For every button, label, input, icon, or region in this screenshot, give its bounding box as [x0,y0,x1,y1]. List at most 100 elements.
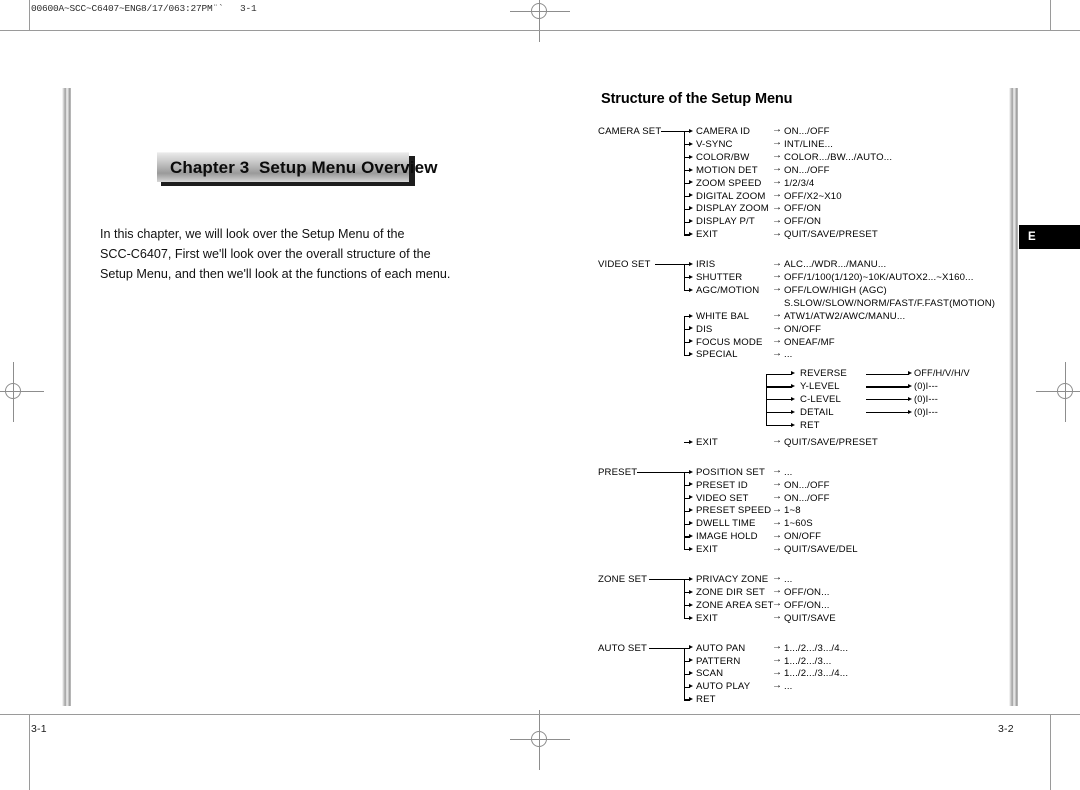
menu-item-label: CAMERA ID [696,126,751,137]
menu-group-auto-set: AUTO SET [598,642,647,654]
menu-item-value: ATW1/ATW2/AWC/MANU... [784,310,906,322]
submenu-item-value: (0)I--- [914,381,939,392]
chapter-banner-shadow-bottom [161,182,413,186]
menu-item-label: AUTO PAN [696,642,746,654]
tree-arrowhead [689,274,693,279]
menu-group-video-set: VIDEO SET [598,259,651,271]
tree-arrowhead [689,261,693,266]
menu-item-value: ONEAF/MF [784,336,835,348]
menu-item-label: POSITION SET [696,466,765,478]
tree-connector [766,386,792,388]
tree-arrowhead [689,684,693,689]
value-arrow-icon: → [772,176,783,187]
submenu-item-label: REVERSE [800,368,847,380]
tree-arrowhead [689,521,693,526]
value-arrow-icon: → [772,572,783,584]
menu-item-value: 1~8 [784,505,801,517]
menu-item-label: PRIVACY ZONE [696,574,769,585]
menu-item-value: ON.../OFF [784,126,830,137]
tree-arrowhead [689,154,693,159]
tree-arrowhead [689,602,693,607]
menu-item-label: EXIT [696,436,718,448]
tree-arrowhead [689,287,693,292]
tree-connector [649,579,686,581]
tree-arrowhead [791,384,795,388]
chapter-intro-paragraph: In this chapter, we will look over the S… [100,224,520,284]
menu-item-label: MOTION DET [696,164,758,176]
tree-arrowhead [689,534,693,538]
section-heading: Structure of the Setup Menu [601,91,793,107]
value-arrow-icon: → [772,490,783,502]
submenu-item-value: (0)I--- [914,407,939,417]
menu-item-value: OFF/ON [784,216,822,228]
menu-item-label: EXIT [696,544,718,556]
tree-connector [655,264,686,266]
value-arrow-icon: → [772,347,783,359]
tree-arrowhead [689,141,693,146]
value-arrow-icon: → [772,201,783,213]
menu-item-label: IRIS [696,259,716,271]
menu-item-value: OFF/LOW/HIGH (AGC) [784,284,887,296]
value-arrow-icon: → [772,309,783,321]
menu-item-label: ZONE AREA SET [696,599,774,611]
value-arrow-icon: → [772,435,783,447]
tree-arrowhead [689,508,693,513]
tree-arrowhead [791,409,795,414]
submenu-item-label: C-LEVEL [800,394,842,406]
menu-item-value: ON/OFF [784,323,822,335]
value-arrow-icon: → [772,163,783,175]
menu-item-value: 1/2/3/4 [784,177,815,189]
tree-arrowhead [689,645,693,650]
menu-item-label: DWELL TIME [696,518,756,530]
menu-item-label: AUTO PLAY [696,681,751,693]
intro-line-2: SCC-C6407, First we'll look over the ove… [100,247,431,261]
value-arrow-icon: → [772,257,783,269]
value-arrow-icon: → [772,188,783,200]
tree-arrowhead [689,439,693,444]
menu-item-value: ON.../OFF [784,492,830,504]
tree-arrowhead [791,396,795,401]
value-arrow-icon: → [772,334,783,346]
menu-item-value: ... [784,574,793,585]
menu-item-label: ZONE DIR SET [696,586,765,598]
tree-arrowhead [689,658,693,663]
tree-arrowhead [791,371,795,376]
menu-item-value: 1.../2.../3... [784,655,832,667]
menu-item-value: OFF/X2~X10 [784,190,842,202]
menu-item-label: PRESET SPEED [696,505,772,517]
value-arrow-icon: → [772,516,783,528]
value-arrow-icon: → [772,503,783,515]
tree-connector [766,425,792,427]
menu-item-label: SPECIAL [696,349,738,361]
value-arrow-icon: → [772,214,783,226]
menu-item-label: PRESET ID [696,479,748,491]
menu-item-value: OFF/ON... [784,586,830,598]
menu-item-value: 1.../2.../3.../4... [784,668,849,680]
tree-connector [684,264,686,291]
page-left-margin-rule [62,88,71,706]
value-arrow-icon: → [772,283,783,295]
tree-connector [766,373,792,375]
value-arrow-icon: → [772,666,783,678]
tree-arrowhead [689,615,693,620]
thumb-tab-label: E [1028,231,1036,243]
menu-item-value: ... [784,681,793,693]
menu-item-label: VIDEO SET [696,492,749,504]
menu-item-value: 1~60S [784,518,813,530]
menu-item-label: RET [696,694,716,706]
tree-arrowhead [908,384,912,388]
tree-connector [637,471,686,474]
value-arrow-icon: → [772,679,783,691]
intro-line-1: In this chapter, we will look over the S… [100,227,405,241]
value-arrow-icon: → [772,611,783,623]
menu-item-value: QUIT/SAVE/PRESET [784,229,878,241]
submenu-item-value: OFF/H/V/H/V [914,368,970,379]
tree-arrowhead [689,469,693,474]
menu-item-label: IMAGE HOLD [696,531,758,543]
tree-arrowhead [791,422,795,427]
folio-left: 3-1 [31,723,47,735]
menu-item-value: COLOR.../BW.../AUTO... [784,151,893,163]
menu-item-value: INT/LINE... [784,138,834,150]
value-arrow-icon: → [772,598,783,610]
menu-item-value: ALC.../WDR.../MANU... [784,259,887,271]
